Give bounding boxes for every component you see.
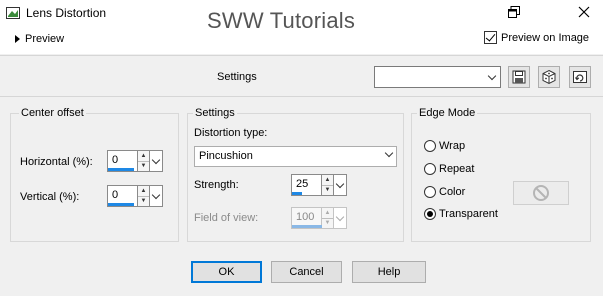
horizontal-spinbox[interactable]: 0 ▲ ▼ [107,150,163,172]
radio-button-icon[interactable] [424,163,436,175]
down-arrow-icon[interactable]: ▼ [138,197,149,207]
window-title: Lens Distortion [26,6,107,20]
distortion-type-value: Pincushion [199,150,253,162]
ok-button[interactable]: OK [191,261,262,283]
vertical-spinbox[interactable]: 0 ▲ ▼ [107,185,163,207]
field-of-view-label: Field of view: [194,212,259,224]
edge-mode-option-label: Transparent [439,208,498,220]
center-offset-group [10,113,179,242]
down-arrow-icon[interactable]: ▼ [138,162,149,172]
preview-on-image-label: Preview on Image [501,31,590,44]
field-of-view-stepper: ▲ ▼ [321,207,333,229]
field-of-view-spinbox: 100 ▲ ▼ [291,207,347,229]
reset-icon [573,71,587,83]
randomize-button[interactable] [538,66,560,88]
edge-mode-option-label: Color [439,186,466,198]
chevron-down-icon[interactable] [149,150,163,172]
up-arrow-icon[interactable]: ▲ [138,151,149,162]
up-arrow-icon: ▲ [322,208,333,219]
edge-mode-repeat-radio[interactable]: Repeat [424,163,474,175]
vertical-input[interactable]: 0 [107,185,137,207]
chevron-down-icon[interactable] [484,67,500,87]
chevron-down-icon [333,207,347,229]
cancel-button[interactable]: Cancel [271,261,342,283]
horizontal-label: Horizontal (%): [20,156,93,168]
presets-combo[interactable] [374,66,501,88]
down-arrow-icon: ▼ [324,220,331,227]
app-icon [6,7,20,19]
expand-arrow-icon [15,35,20,43]
strength-input[interactable]: 25 [291,174,321,196]
chevron-down-icon[interactable] [149,185,163,207]
down-arrow-icon[interactable]: ▼ [322,186,333,196]
center-offset-title: Center offset [19,107,86,119]
save-preset-button[interactable] [508,66,530,88]
strength-label: Strength: [194,179,239,191]
close-icon[interactable] [577,5,591,19]
vertical-label: Vertical (%): [20,191,80,203]
edge-mode-transparent-radio[interactable]: Transparent [424,208,498,220]
edge-color-swatch [513,181,569,205]
edge-mode-option-label: Wrap [439,140,466,152]
edge-mode-option-label: Repeat [439,163,475,175]
edge-mode-group [411,113,591,242]
edge-mode-wrap-radio[interactable]: Wrap [424,140,465,152]
divider [0,96,603,97]
chevron-down-icon[interactable] [384,148,394,158]
reset-button[interactable] [569,66,591,88]
restore-icon[interactable] [508,6,520,18]
radio-button-icon[interactable] [424,140,436,152]
edge-mode-color-radio[interactable]: Color [424,186,465,198]
chevron-down-icon[interactable] [333,174,347,196]
distortion-type-label: Distortion type: [194,127,268,139]
strength-stepper[interactable]: ▲ ▼ [321,174,333,196]
preview-toggle-label: Preview [25,33,65,45]
vertical-stepper[interactable]: ▲ ▼ [137,185,149,207]
no-color-icon [533,185,549,201]
save-preset-icon [512,70,526,84]
strength-spinbox[interactable]: 25 ▲ ▼ [291,174,347,196]
field-of-view-input: 100 [291,207,322,229]
preview-toggle-button[interactable]: Preview [8,29,68,49]
help-button[interactable]: Help [352,261,426,283]
divider [0,55,603,56]
preview-on-image-checkbox[interactable]: Preview on Image [484,31,589,44]
edge-mode-title: Edge Mode [417,107,478,119]
radio-button-icon[interactable] [424,186,436,198]
horizontal-input[interactable]: 0 [107,150,137,172]
randomize-icon [542,69,556,85]
settings-title: Settings [193,107,237,119]
horizontal-stepper[interactable]: ▲ ▼ [137,150,149,172]
preview-on-image-check-icon[interactable] [484,31,497,44]
up-arrow-icon[interactable]: ▲ [138,186,149,197]
distortion-type-select[interactable]: Pincushion [194,146,397,167]
radio-button-icon[interactable] [424,208,436,220]
up-arrow-icon[interactable]: ▲ [322,175,333,186]
presets-label: Settings [217,71,257,83]
